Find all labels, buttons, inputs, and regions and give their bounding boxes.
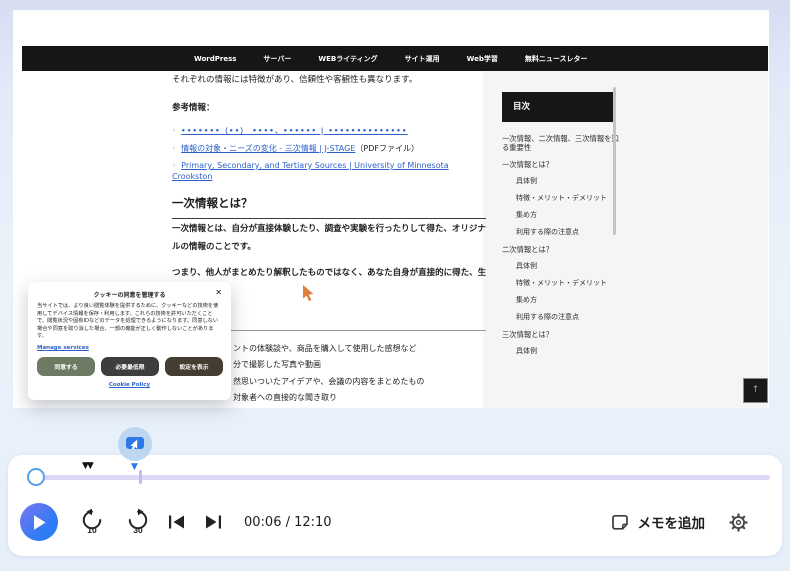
previous-marker-icon	[169, 515, 184, 529]
example-list-item: ントの体験談や、商品を購入して使用した感想など	[233, 344, 417, 353]
reference-link[interactable]: Primary, Secondary, and Tertiary Sources…	[172, 161, 449, 181]
skip-forward-30-button[interactable]: 30	[126, 508, 150, 536]
agree-button[interactable]: 同意する	[37, 357, 95, 376]
show-settings-button[interactable]: 設定を表示	[165, 357, 223, 376]
add-memo-label: メモを追加	[637, 516, 706, 531]
skip-forward-amount: 30	[133, 524, 143, 535]
nav-item-2[interactable]: WEBライティング	[318, 54, 377, 64]
nav-item-1[interactable]: サーバー	[263, 54, 291, 64]
cookie-dialog-body: 当サイトでは、より良い閲覧体験を提供するために、クッキーなどの技術を使用してデバ…	[37, 303, 219, 340]
manage-services-link[interactable]: Manage services	[37, 345, 89, 351]
toc-item-5[interactable]: 利用する際の注意点	[516, 228, 624, 237]
cookie-policy-link[interactable]: Cookie Policy	[28, 382, 231, 388]
site-navbar: WordPress サーバー WEBライティング サイト運用 Web学習 無料ニュースレタ…	[22, 46, 768, 71]
toc-item-2[interactable]: 具体例	[516, 177, 624, 186]
settings-button[interactable]	[729, 513, 748, 532]
toc-item-3[interactable]: 特徴・メリット・デメリット	[516, 194, 624, 203]
toc-item-0[interactable]: 一次情報、二次情報、三次情報を知る重要性	[502, 134, 624, 152]
toc-title: 目次	[502, 92, 614, 122]
video-player-bar: ▼▼ ▼ 10 30 00:06 / 12:10 メモを追加	[8, 455, 782, 556]
example-list-item: 分で撮影した写真や動画	[233, 360, 321, 370]
reference-item: ◦ •••••••（••） ••••、•••••• | •••••••••••••…	[172, 126, 486, 137]
toc-item-12[interactable]: 具体例	[516, 347, 624, 356]
references-list: ◦ •••••••（••） ••••、•••••• | •••••••••••••…	[172, 126, 486, 188]
reference-suffix: （PDFファイル）	[355, 143, 419, 153]
example-list: ントの体験談や、商品を購入して使用した感想など 分で撮影した写真や動画然思いついた…	[233, 341, 424, 407]
chapter-markers-icon[interactable]: ▼▼	[82, 461, 94, 471]
skip-back-10-button[interactable]: 10	[80, 508, 104, 536]
add-memo-button[interactable]: メモを追加	[611, 512, 706, 532]
toc-item-9[interactable]: 集め方	[516, 296, 624, 305]
toc-item-10[interactable]: 利用する際の注意点	[516, 313, 624, 322]
toc-item-7[interactable]: 具体例	[516, 262, 624, 271]
references-label: 参考情報：	[172, 103, 215, 113]
playhead-handle[interactable]	[27, 468, 45, 486]
cookie-dialog-title: クッキーの同意を管理する	[93, 292, 166, 299]
nav-item-0[interactable]: WordPress	[194, 55, 236, 63]
section-heading: 一次情報とは？	[172, 195, 486, 219]
click-cursor-icon	[126, 437, 144, 450]
gear-icon	[729, 513, 748, 532]
cookie-consent-dialog: クッキーの同意を管理する ✕ 当サイトでは、より良い閲覧体験を提供するために、ク…	[28, 282, 231, 400]
toc-item-6[interactable]: 二次情報とは？	[502, 245, 624, 254]
player-controls: 10 30 00:06 / 12:10 メモを追加	[20, 501, 748, 543]
play-button[interactable]	[20, 503, 58, 541]
mouse-cursor-icon	[302, 285, 315, 306]
back-to-top-button[interactable]: ↑	[743, 378, 768, 403]
reference-link[interactable]: 情報の対象・ニーズの変化 - 三次情報 | J-STAGE	[181, 144, 355, 153]
toc-list: 一次情報、二次情報、三次情報を知る重要性 一次情報とは？ 具体例 特徴・メリット・デメ…	[502, 134, 624, 364]
nav-item-3[interactable]: サイト運用	[405, 54, 440, 64]
cookie-buttons-row: 同意する 必要最低限 設定を表示	[37, 357, 223, 376]
reference-link[interactable]: •••••••（••） ••••、•••••• | ••••••••••••••	[181, 127, 408, 135]
toc-item-1[interactable]: 一次情報とは？	[502, 160, 624, 169]
next-marker-icon	[206, 515, 221, 529]
close-icon[interactable]: ✕	[215, 288, 222, 297]
skip-back-amount: 10	[87, 524, 97, 535]
minimum-required-button[interactable]: 必要最低限	[101, 357, 159, 376]
example-list-item: 然思いついたアイデアや、会議の内容をまとめたもの	[233, 376, 425, 386]
paragraph-1: 一次情報とは、自分が直接体験したり、調査や実験を行ったりして得た、オリジナルの情…	[172, 224, 486, 252]
previous-marker-button[interactable]	[168, 514, 186, 530]
next-marker-button[interactable]	[204, 514, 222, 530]
memo-note-icon	[611, 514, 628, 530]
list-bullet-icon: ◦	[172, 127, 177, 135]
reference-item: ◦ Primary, Secondary, and Tertiary Source…	[172, 161, 486, 181]
reference-item: ◦ 情報の対象・ニーズの変化 - 三次情報 | J-STAGE（PDFファイル）	[172, 144, 486, 155]
time-display: 00:06 / 12:10	[244, 514, 332, 530]
toc-item-11[interactable]: 三次情報とは？	[502, 330, 624, 339]
play-icon	[33, 514, 46, 530]
example-list-item: 対象者への直接的な聞き取り	[233, 393, 337, 403]
nav-item-5[interactable]: 無料ニュースレター	[525, 54, 588, 64]
paragraph-2: つまり、他人がまとめたり解釈したものではなく、あなた自身が直接的に得た、生の情報…	[172, 268, 486, 278]
article-intro-text: それぞれの情報には特徴があり、信頼性や客観性も異なります。	[172, 75, 418, 85]
list-bullet-icon: ◦	[172, 144, 177, 153]
toc-scrollbar[interactable]	[613, 87, 616, 235]
note-marker-icon[interactable]: ▼	[131, 462, 138, 472]
progress-bar[interactable]	[36, 475, 770, 480]
note-position-tick	[139, 470, 142, 484]
nav-item-4[interactable]: Web学習	[467, 54, 498, 64]
toc-item-4[interactable]: 集め方	[516, 211, 624, 220]
toc-item-8[interactable]: 特徴・メリット・デメリット	[516, 279, 624, 288]
list-bullet-icon: ◦	[172, 162, 177, 170]
note-marker-badge[interactable]	[118, 427, 152, 461]
